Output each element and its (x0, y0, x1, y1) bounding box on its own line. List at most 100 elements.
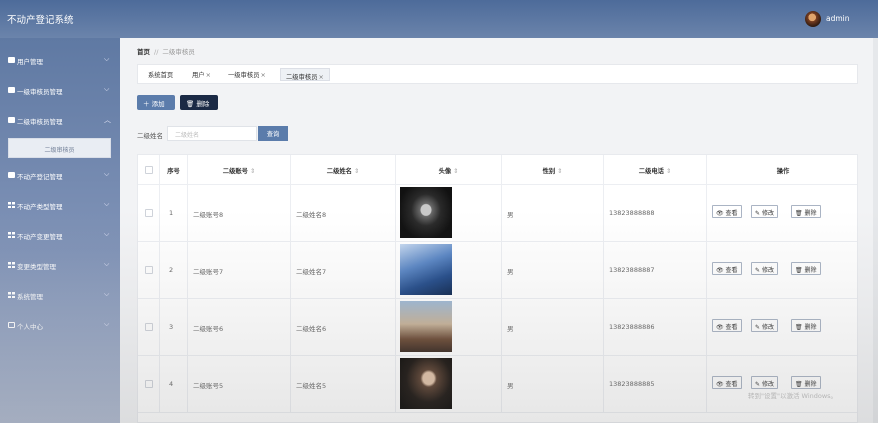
row-checkbox[interactable] (145, 323, 153, 331)
eye-icon: 👁 (716, 324, 724, 331)
tab-users[interactable]: 用户× (192, 70, 211, 79)
sidebar-item-property-changes[interactable]: 不动产变更管理 ⌵ (0, 221, 120, 249)
row-delete-button[interactable]: 🗑 删除 (791, 376, 821, 389)
sidebar-subitem-level2-reviewer[interactable]: 二级审核员 (8, 138, 111, 158)
user-avatar[interactable] (805, 11, 821, 27)
chevron-down-icon: ⌵ (104, 170, 110, 178)
sidebar-item-level2-reviewers[interactable]: 二级审核员管理 ︿ (0, 106, 120, 134)
row-phone: 13823888887 (609, 266, 655, 274)
trash-icon: 🗑 (186, 100, 195, 108)
edit-button[interactable]: ✎ 修改 (751, 262, 778, 275)
sidebar-item-level1-reviewers[interactable]: 一级审核员管理 ⌵ (0, 76, 120, 104)
column-header-name[interactable]: 二级姓名 ⇕ (291, 155, 396, 185)
row-index: 2 (169, 266, 174, 274)
view-button[interactable]: 👁 查看 (712, 262, 742, 275)
sidebar-item-label: 系统管理 (17, 293, 43, 301)
sort-icon: ⇕ (353, 168, 360, 175)
column-header-gender[interactable]: 性别 ⇕ (502, 155, 604, 185)
column-header-actions: 操作 (707, 155, 857, 185)
close-icon[interactable]: × (260, 72, 265, 79)
sidebar-item-label: 不动产登记管理 (17, 173, 63, 181)
data-table: 序号 二级账号 ⇕ 二级姓名 ⇕ 头像 ⇕ 性别 ⇕ 二级电话 ⇕ 操作 1 二级账号8 … (137, 154, 858, 423)
row-name: 二级姓名8 (296, 211, 327, 219)
edit-button[interactable]: ✎ 修改 (751, 205, 778, 218)
breadcrumb-home[interactable]: 首页 (137, 48, 150, 56)
sidebar-item-change-types[interactable]: 变更类型管理 ⌵ (0, 251, 120, 279)
sidebar-item-label: 变更类型管理 (17, 263, 56, 271)
top-header: 不动产登记系统 admin (0, 0, 878, 38)
search-button[interactable]: 查询 (258, 126, 288, 141)
plus-icon: ＋ (143, 100, 150, 108)
chevron-down-icon: ⌵ (104, 230, 110, 238)
grid-icon (8, 202, 15, 208)
table-row: 1 二级账号8 二级姓名8 男 13823888888 👁 查看 ✎ 修改 🗑 … (138, 185, 857, 242)
sidebar-item-label: 个人中心 (17, 323, 43, 331)
tab-home[interactable]: 系统首页 (148, 70, 173, 79)
chevron-up-icon: ︿ (104, 116, 111, 124)
sidebar-item-profile[interactable]: 个人中心 ⌵ (0, 311, 120, 339)
row-checkbox[interactable] (145, 380, 153, 388)
grid-icon (8, 232, 15, 238)
bag-icon (8, 57, 15, 63)
sidebar-item-property-registration[interactable]: 不动产登记管理 ⌵ (0, 161, 120, 189)
row-gender: 男 (507, 325, 514, 333)
tab-level1-reviewers[interactable]: 一级审核员× (228, 70, 266, 79)
sidebar-item-property-types[interactable]: 不动产类型管理 ⌵ (0, 191, 120, 219)
avatar-photo (400, 244, 452, 295)
vertical-scrollbar[interactable] (873, 38, 878, 423)
table-row: 4 二级账号5 二级姓名5 男 13823888885 👁 查看 ✎ 修改 🗑 … (138, 356, 857, 413)
sidebar-subitem-label: 二级审核员 (44, 147, 75, 154)
row-delete-button[interactable]: 🗑 删除 (791, 262, 821, 275)
view-button[interactable]: 👁 查看 (712, 319, 742, 332)
sort-icon: ⇕ (453, 168, 459, 175)
sidebar-item-system[interactable]: 系统管理 ⌵ (0, 281, 120, 309)
chevron-down-icon: ⌵ (104, 260, 110, 268)
eye-icon: 👁 (716, 267, 724, 274)
column-header-account[interactable]: 二级账号 ⇕ (188, 155, 291, 185)
windows-activation-watermark: 转到"设置"以激活 Windows。 (748, 392, 838, 400)
edit-icon: ✎ (755, 324, 761, 331)
edit-button[interactable]: ✎ 修改 (751, 376, 778, 389)
sort-icon: ⇕ (249, 168, 256, 175)
table-row: 2 二级账号7 二级姓名7 男 13823888887 👁 查看 ✎ 修改 🗑 … (138, 242, 857, 299)
avatar-photo (400, 358, 452, 409)
sidebar-item-label: 不动产变更管理 (17, 233, 63, 241)
username[interactable]: admin (826, 14, 850, 23)
bag-icon (8, 172, 15, 178)
sidebar-item-label: 不动产类型管理 (17, 203, 63, 211)
column-header-avatar[interactable]: 头像 ⇕ (396, 155, 502, 185)
tab-level2-reviewers[interactable]: 二级审核员× (280, 68, 330, 81)
close-icon[interactable]: × (206, 72, 211, 79)
sort-icon: ⇕ (557, 168, 563, 175)
select-all-checkbox[interactable] (145, 166, 153, 174)
column-header-phone[interactable]: 二级电话 ⇕ (604, 155, 707, 185)
delete-button[interactable]: 🗑 删除 (180, 95, 218, 110)
row-name: 二级姓名5 (296, 382, 327, 390)
row-index: 4 (169, 380, 174, 388)
select-all-header (138, 155, 160, 185)
row-phone: 13823888885 (609, 380, 655, 388)
row-gender: 男 (507, 382, 514, 390)
trash-icon: 🗑 (795, 210, 803, 217)
add-button[interactable]: ＋ 添加 (137, 95, 175, 110)
app-title: 不动产登记系统 (7, 15, 74, 26)
close-icon[interactable]: × (318, 74, 323, 81)
row-phone: 13823888886 (609, 323, 655, 331)
chevron-down-icon: ⌵ (104, 85, 110, 93)
view-button[interactable]: 👁 查看 (712, 205, 742, 218)
row-delete-button[interactable]: 🗑 删除 (791, 205, 821, 218)
row-checkbox[interactable] (145, 266, 153, 274)
chevron-down-icon: ⌵ (104, 200, 110, 208)
view-button[interactable]: 👁 查看 (712, 376, 742, 389)
edit-button[interactable]: ✎ 修改 (751, 319, 778, 332)
search-input[interactable]: 二级姓名 (167, 126, 257, 141)
sidebar-item-users[interactable]: 用户管理 ⌵ (0, 46, 120, 74)
row-checkbox[interactable] (145, 209, 153, 217)
avatar-photo (400, 301, 452, 352)
bag-icon (8, 87, 15, 93)
row-gender: 男 (507, 268, 514, 276)
tab-bar: 系统首页 用户× 一级审核员× 二级审核员× (137, 64, 858, 84)
row-account: 二级账号5 (193, 382, 224, 390)
breadcrumb-separator: // (154, 48, 159, 56)
row-delete-button[interactable]: 🗑 删除 (791, 319, 821, 332)
